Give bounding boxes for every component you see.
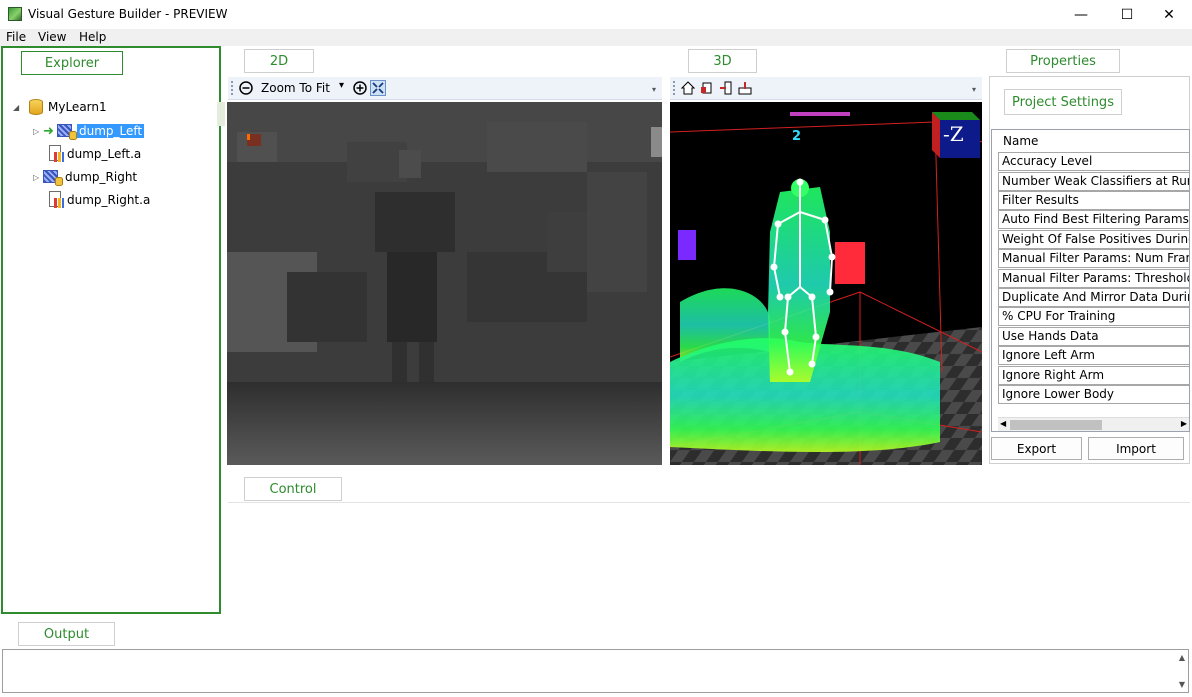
tree-item-dump-left-a[interactable]: dump_Left.a [47,144,141,164]
axis-cube-label: -Z [943,122,964,146]
property-row[interactable]: Use Hands Data [998,327,1189,346]
body-index-label: 2 [792,129,802,144]
tree-item-label: dump_Left.a [67,147,142,161]
home-view-icon[interactable] [680,80,696,96]
property-grid: Name Accuracy Level Number Weak Classifi… [991,129,1190,432]
chevron-down-icon[interactable]: ▾ [339,80,344,91]
toolbar-overflow-icon[interactable]: ▾ [652,85,656,94]
database-icon [29,99,43,115]
tab-3d[interactable]: 3D [688,49,757,73]
skeleton-view-3d: 2 -Z [670,102,982,465]
properties-panel: Project Settings Name Accuracy Level Num… [989,76,1190,464]
zoom-in-icon[interactable] [352,80,368,96]
grid-header-name: Name [1003,134,1039,148]
fit-to-view-icon[interactable] [370,80,386,96]
control-divider [228,502,1190,503]
expand-icon[interactable]: ▷ [33,173,43,182]
tree-item-label: dump_Right [65,170,138,184]
analysis-file-icon [47,145,65,163]
property-row[interactable]: % CPU For Training [998,307,1189,326]
menu-help[interactable]: Help [79,30,106,44]
explorer-panel: Explorer ◢ MyLearn1 ▷ ➜ dump_Left dump_L… [1,46,221,614]
property-row[interactable]: Auto Find Best Filtering Params [998,210,1189,229]
front-view-icon[interactable] [699,80,715,96]
collapse-icon[interactable]: ◢ [13,103,23,112]
expand-icon[interactable]: ▷ [33,127,43,136]
project-settings-button[interactable]: Project Settings [1004,89,1122,115]
gesture-icon [43,169,63,186]
close-button[interactable]: ✕ [1146,0,1192,29]
panel-splitter[interactable] [217,102,225,126]
export-button[interactable]: Export [991,437,1082,460]
property-row[interactable]: Filter Results [998,191,1189,210]
scroll-up-icon[interactable]: ▲ [1179,653,1185,662]
tab-output[interactable]: Output [18,622,115,646]
maximize-button[interactable]: ☐ [1104,0,1150,29]
tree-item-dump-right[interactable]: ▷ dump_Right [33,167,137,187]
scroll-left-icon[interactable]: ◀ [1000,419,1006,428]
window-title: Visual Gesture Builder - PREVIEW [28,7,228,21]
scroll-down-icon[interactable]: ▼ [1179,680,1185,689]
property-row[interactable]: Manual Filter Params: Num Frames [998,249,1189,268]
property-row[interactable]: Accuracy Level [998,152,1189,171]
point-cloud-scene [670,102,982,465]
property-row[interactable]: Ignore Lower Body [998,385,1189,404]
property-row[interactable]: Ignore Right Arm [998,366,1189,385]
top-view-icon[interactable] [737,80,753,96]
menu-view[interactable]: View [38,30,66,44]
menu-file[interactable]: File [6,30,26,44]
tree-root[interactable]: ◢ MyLearn1 [13,97,107,117]
toolbar-2d: Zoom To Fit ▾ ▾ [228,77,662,100]
property-row[interactable]: Manual Filter Params: Threshold [998,269,1189,288]
property-row[interactable]: Weight Of False Positives During Auto Fi… [998,230,1189,249]
toolbar-grip[interactable] [673,81,676,95]
zoom-out-icon[interactable] [238,80,254,96]
output-textbox[interactable]: ▲ ▼ [2,649,1189,693]
property-row[interactable]: Ignore Left Arm [998,346,1189,365]
tree-item-label: dump_Left [77,124,145,138]
scroll-right-icon[interactable]: ▶ [1181,419,1187,428]
tab-2d[interactable]: 2D [244,49,314,73]
menu-bar: File View Help [0,29,1192,46]
toolbar-3d: ▾ [670,77,982,100]
tree-item-dump-left[interactable]: ▷ ➜ dump_Left [33,121,145,141]
analysis-file-icon [47,191,65,209]
app-icon [8,7,22,21]
depth-view-2d [227,102,662,465]
minimize-button[interactable]: — [1058,0,1104,29]
property-row[interactable]: Number Weak Classifiers at Runtime [998,172,1189,191]
side-view-icon[interactable] [718,80,734,96]
zoom-select[interactable]: Zoom To Fit [261,81,330,95]
tab-control[interactable]: Control [244,477,342,501]
property-row[interactable]: Duplicate And Mirror Data During Trainin… [998,288,1189,307]
gesture-icon [57,123,77,140]
active-arrow-icon: ➜ [43,123,54,139]
tab-properties[interactable]: Properties [1006,49,1120,73]
scrollbar-thumb[interactable] [1010,420,1102,430]
tree-root-label: MyLearn1 [48,100,107,114]
toolbar-overflow-icon[interactable]: ▾ [972,85,976,94]
toolbar-grip[interactable] [231,81,234,95]
import-button[interactable]: Import [1088,437,1184,460]
tree-item-label: dump_Right.a [67,193,151,207]
title-bar: Visual Gesture Builder - PREVIEW — ☐ ✕ [0,0,1192,29]
tree-item-dump-right-a[interactable]: dump_Right.a [47,190,150,210]
depth-image [227,102,662,465]
explorer-tab[interactable]: Explorer [21,51,123,75]
horizontal-scrollbar[interactable]: ◀ ▶ [998,417,1189,431]
